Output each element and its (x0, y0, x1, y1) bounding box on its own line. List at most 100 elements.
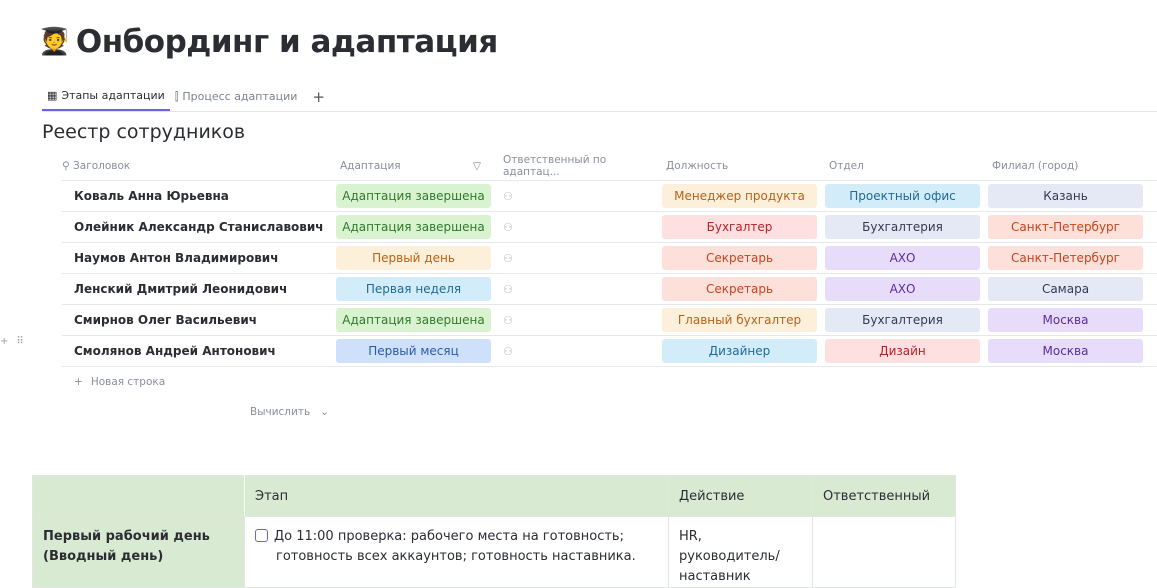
department-tag: АХО (825, 277, 980, 301)
column-header-position[interactable]: Должность (658, 160, 821, 172)
position-tag: Менеджер продукта (662, 184, 817, 208)
employee-name[interactable]: Коваль Анна Юрьевна (62, 189, 332, 203)
column-label: Адаптация (340, 160, 401, 172)
position-cell[interactable]: Главный бухгалтер (658, 308, 821, 332)
chevron-down-icon: ⌄ (320, 406, 329, 418)
pin-icon: ⚲ (62, 160, 74, 172)
department-cell[interactable]: Бухгалтерия (821, 308, 984, 332)
branch-cell[interactable]: Санкт-Петербург (984, 246, 1147, 270)
stage-label-line: (Вводный день) (43, 549, 164, 564)
column-header-department[interactable]: Отдел (821, 160, 984, 172)
branch-cell[interactable]: Москва (984, 339, 1147, 363)
stage-label-line: Первый рабочий день (43, 529, 210, 544)
column-header-responsible[interactable]: Ответственный по адаптац... (495, 154, 658, 178)
department-cell[interactable]: АХО (821, 277, 984, 301)
row-handle[interactable]: + ⠿ (0, 336, 24, 347)
grid-header: ⚲ Заголовок Адаптация ▽ Ответственный по … (62, 152, 1157, 181)
task-checkbox[interactable] (255, 529, 268, 542)
employee-name[interactable]: Смолянов Андрей Антонович (62, 344, 332, 358)
adaptation-status-cell[interactable]: Первый день (332, 246, 495, 270)
employee-name[interactable]: Наумов Антон Владимирович (62, 251, 332, 265)
calculate-button[interactable]: Вычислить ⌄ (250, 406, 329, 418)
kanban-icon: ⫿ (174, 89, 179, 103)
tab-protsess-adaptatsii[interactable]: ⫿ Процесс адаптации (170, 82, 303, 111)
add-view-button[interactable]: + (302, 82, 335, 111)
stage-label: Первый рабочий день (Вводный день) (32, 516, 245, 588)
drag-handle-icon[interactable]: ⠿ (16, 336, 23, 347)
stages-table: Этап Действие Ответственный Первый рабоч… (32, 475, 956, 588)
tab-etapy-adaptatsii[interactable]: ▦ Этапы адаптации (42, 82, 170, 111)
column-header-title[interactable]: ⚲ Заголовок (62, 160, 332, 172)
new-row-button[interactable]: + Новая строка (62, 367, 1157, 397)
stages-header-action: Действие (668, 475, 813, 517)
position-tag: Секретарь (662, 277, 817, 301)
table-icon: ▦ (47, 89, 58, 102)
position-cell[interactable]: Менеджер продукта (658, 184, 821, 208)
page-title: 🧑‍🎓 Онбординг и адаптация (38, 24, 498, 60)
stage-action: HR, руководитель/наставник (668, 516, 813, 588)
adaptation-status-cell[interactable]: Первая неделя (332, 277, 495, 301)
adaptation-status-tag: Адаптация завершена (336, 308, 491, 332)
stages-header-blank (32, 475, 245, 517)
department-cell[interactable]: Бухгалтерия (821, 215, 984, 239)
branch-cell[interactable]: Самара (984, 277, 1147, 301)
department-cell[interactable]: АХО (821, 246, 984, 270)
branch-tag: Москва (988, 339, 1143, 363)
stage-text-line: готовность всех аккаунтов; готовность на… (276, 549, 636, 564)
position-tag: Главный бухгалтер (662, 308, 817, 332)
position-cell[interactable]: Секретарь (658, 277, 821, 301)
column-header-branch[interactable]: Филиал (город) (984, 160, 1147, 172)
stage-text-line: До 11:00 проверка: рабочего места на гот… (274, 529, 624, 544)
branch-tag: Санкт-Петербург (988, 246, 1143, 270)
table-row[interactable]: Смолянов Андрей Антонович Первый месяц ⚇ Ди… (62, 336, 1157, 367)
position-cell[interactable]: Дизайнер (658, 339, 821, 363)
view-tabs: ▦ Этапы адаптации ⫿ Процесс адаптации + (42, 82, 1157, 112)
table-row[interactable]: Смирнов Олег Васильевич Адаптация заверше… (62, 305, 1157, 336)
position-tag: Секретарь (662, 246, 817, 270)
tab-label: Этапы адаптации (61, 89, 165, 102)
stages-header-responsible: Ответственный (812, 475, 956, 517)
stages-header-stage: Этап (244, 475, 669, 517)
user-placeholder-icon: ⚇ (503, 221, 513, 234)
stages-row: Первый рабочий день (Вводный день) До 11:… (32, 516, 956, 588)
adaptation-status-tag: Первая неделя (336, 277, 491, 301)
adaptation-status-cell[interactable]: Адаптация завершена (332, 308, 495, 332)
filter-icon[interactable]: ▽ (473, 160, 481, 172)
adaptation-status-cell[interactable]: Адаптация завершена (332, 184, 495, 208)
user-placeholder-icon: ⚇ (503, 190, 513, 203)
employee-grid: ⚲ Заголовок Адаптация ▽ Ответственный по … (62, 152, 1157, 397)
branch-tag: Самара (988, 277, 1143, 301)
employee-name[interactable]: Олейник Александр Станиславович (62, 220, 332, 234)
adaptation-status-cell[interactable]: Первый месяц (332, 339, 495, 363)
table-row[interactable]: Ленский Дмитрий Леонидович Первая неделя ⚇… (62, 274, 1157, 305)
table-row[interactable]: Наумов Антон Владимирович Первый день ⚇ Сек… (62, 243, 1157, 274)
branch-cell[interactable]: Санкт-Петербург (984, 215, 1147, 239)
tab-label: Процесс адаптации (182, 90, 298, 103)
branch-cell[interactable]: Казань (984, 184, 1147, 208)
department-tag: Проектный офис (825, 184, 980, 208)
user-placeholder-icon: ⚇ (503, 314, 513, 327)
column-header-adaptation[interactable]: Адаптация ▽ (332, 160, 495, 172)
adaptation-status-tag: Адаптация завершена (336, 215, 491, 239)
position-cell[interactable]: Секретарь (658, 246, 821, 270)
table-row[interactable]: Олейник Александр Станиславович Адаптация… (62, 212, 1157, 243)
branch-cell[interactable]: Москва (984, 308, 1147, 332)
table-title: Реестр сотрудников (42, 121, 246, 143)
department-cell[interactable]: Проектный офис (821, 184, 984, 208)
student-emoji-icon: 🧑‍🎓 (38, 27, 70, 57)
action-line: наставник (679, 569, 751, 584)
employee-name[interactable]: Ленский Дмитрий Леонидович (62, 282, 332, 296)
user-placeholder-icon: ⚇ (503, 252, 513, 265)
employee-name[interactable]: Смирнов Олег Васильевич (62, 313, 332, 327)
department-tag: Дизайн (825, 339, 980, 363)
plus-icon: + (74, 376, 83, 388)
stage-responsible[interactable] (812, 516, 956, 588)
column-label: Заголовок (73, 160, 131, 172)
user-placeholder-icon: ⚇ (503, 283, 513, 296)
position-cell[interactable]: Бухгалтер (658, 215, 821, 239)
plus-icon[interactable]: + (0, 336, 8, 347)
department-cell[interactable]: Дизайн (821, 339, 984, 363)
position-tag: Дизайнер (662, 339, 817, 363)
adaptation-status-cell[interactable]: Адаптация завершена (332, 215, 495, 239)
table-row[interactable]: Коваль Анна Юрьевна Адаптация завершена ⚇ М… (62, 181, 1157, 212)
